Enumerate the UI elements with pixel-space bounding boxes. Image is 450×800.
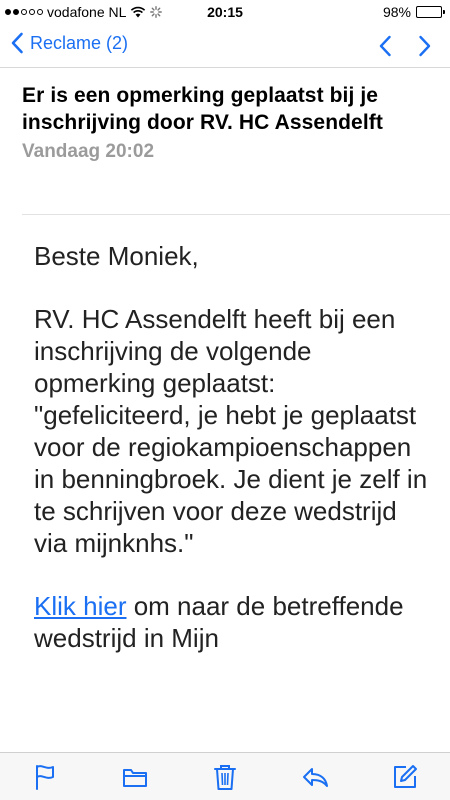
mail-body: Beste Moniek, RV. HC Assendelft heeft bi…	[34, 240, 429, 685]
folder-icon	[123, 768, 147, 787]
click-here-link[interactable]: Klik hier	[34, 591, 126, 621]
battery-icon	[416, 6, 445, 18]
chevron-down-icon[interactable]	[418, 35, 432, 57]
delete-button[interactable]	[205, 757, 245, 797]
navigation-bar: Reclame (2)	[0, 26, 450, 68]
battery-percentage: 98%	[382, 4, 411, 20]
back-button-label: Reclame (2)	[30, 32, 129, 53]
message-navigation	[378, 35, 432, 57]
compose-icon	[394, 764, 417, 788]
status-bar: vodafone NL 20:15 98%	[0, 0, 450, 26]
reply-button[interactable]	[295, 757, 335, 797]
flag-button[interactable]	[25, 757, 65, 797]
header-divider	[22, 214, 450, 215]
mail-greeting: Beste Moniek,	[34, 241, 199, 271]
status-right: 98%	[382, 4, 445, 20]
mail-link-paragraph: Klik hier om naar de betreffende wedstri…	[34, 590, 429, 654]
bottom-toolbar	[0, 752, 450, 800]
mail-paragraph: RV. HC Assendelft heeft bij een inschrij…	[34, 304, 428, 558]
mail-date: Vandaag 20:02	[22, 141, 155, 162]
chevron-left-icon	[11, 32, 23, 54]
back-button[interactable]: Reclame (2)	[10, 32, 128, 54]
chevron-up-icon[interactable]	[378, 35, 392, 57]
reply-icon	[303, 767, 328, 787]
flag-icon	[36, 764, 54, 790]
mail-header: Er is een opmerking geplaatst bij je ins…	[22, 82, 432, 163]
mail-subject: Er is een opmerking geplaatst bij je ins…	[22, 84, 383, 134]
compose-button[interactable]	[385, 757, 425, 797]
trash-icon	[214, 764, 236, 790]
move-to-folder-button[interactable]	[115, 757, 155, 797]
